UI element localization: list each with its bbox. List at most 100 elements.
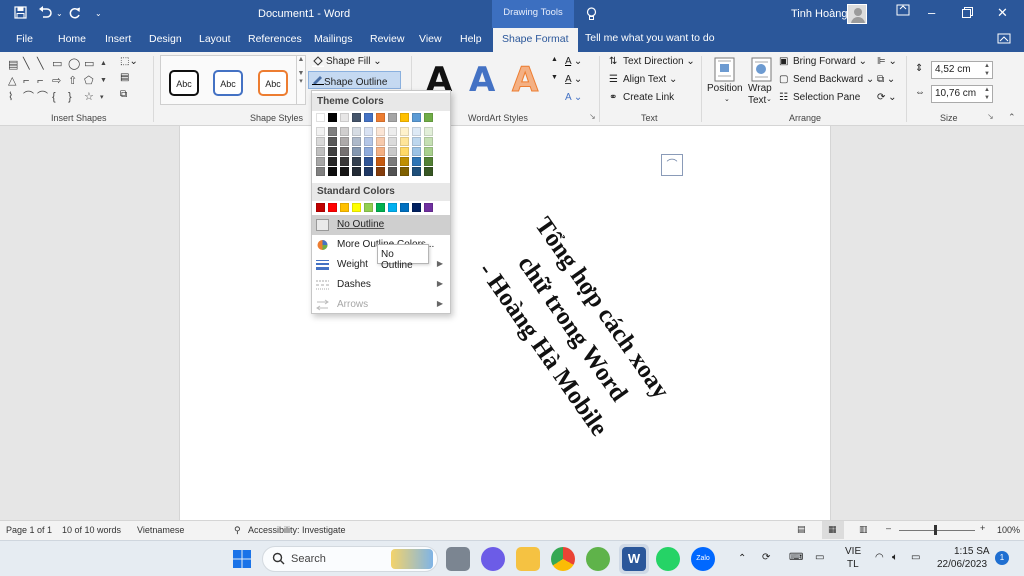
- theme-shade-swatch[interactable]: [328, 147, 337, 156]
- theme-color-swatch[interactable]: [328, 113, 337, 122]
- customize-qat-icon[interactable]: ⌄: [95, 9, 102, 18]
- brace-shape-icon[interactable]: {: [52, 92, 56, 103]
- theme-color-swatch[interactable]: [412, 113, 421, 122]
- wordart-blue[interactable]: A: [469, 60, 495, 100]
- theme-shade-swatch[interactable]: [412, 147, 421, 156]
- tab-file[interactable]: File: [16, 33, 33, 45]
- theme-color-swatch[interactable]: [316, 113, 325, 122]
- taskbar-search[interactable]: Search: [262, 546, 438, 572]
- theme-shade-swatch[interactable]: [376, 127, 385, 136]
- group-objects-icon[interactable]: ⧉ ⌄: [877, 74, 895, 85]
- theme-shade-swatch[interactable]: [340, 157, 349, 166]
- theme-shade-swatch[interactable]: [424, 147, 433, 156]
- theme-color-swatch[interactable]: [424, 113, 433, 122]
- tab-shape-format[interactable]: Shape Format: [493, 28, 578, 52]
- tab-help[interactable]: Help: [460, 33, 482, 45]
- theme-shade-swatch[interactable]: [400, 147, 409, 156]
- theme-shade-swatch[interactable]: [376, 147, 385, 156]
- theme-shade-swatch[interactable]: [376, 167, 385, 176]
- battery-icon[interactable]: ▭: [911, 552, 920, 563]
- theme-shade-swatch[interactable]: [388, 147, 397, 156]
- elbow-connector-icon[interactable]: ⌐: [23, 76, 29, 87]
- redo-icon[interactable]: [68, 6, 81, 22]
- merge-shapes-icon[interactable]: ⧉: [120, 89, 127, 100]
- theme-shade-swatch[interactable]: [364, 147, 373, 156]
- theme-shade-swatch[interactable]: [400, 127, 409, 136]
- rotate-objects-icon[interactable]: ⟳ ⌄: [877, 92, 897, 103]
- print-layout-icon[interactable]: ▦: [822, 521, 844, 539]
- wrap-text-label-2[interactable]: Text: [748, 95, 766, 106]
- theme-shade-swatch[interactable]: [412, 127, 421, 136]
- oval-shape-icon[interactable]: ◯: [68, 59, 80, 70]
- theme-shade-swatch[interactable]: [316, 137, 325, 146]
- clock-date[interactable]: 22/06/2023: [937, 559, 987, 570]
- theme-shade-swatch[interactable]: [352, 137, 361, 146]
- tab-home[interactable]: Home: [58, 33, 86, 45]
- bring-forward-button[interactable]: ▣ Bring Forward ⌄: [779, 56, 867, 67]
- avatar[interactable]: [847, 4, 867, 24]
- height-spinner[interactable]: ▲ ▼: [984, 62, 990, 78]
- focus-mode-icon[interactable]: ▤: [797, 524, 806, 535]
- word-app-active[interactable]: W: [619, 544, 649, 574]
- theme-shade-swatch[interactable]: [388, 137, 397, 146]
- send-backward-button[interactable]: ▢ Send Backward ⌄: [779, 74, 874, 85]
- chrome-icon[interactable]: [551, 547, 575, 571]
- zalo-icon[interactable]: Zalo: [691, 547, 715, 571]
- theme-shade-swatch[interactable]: [376, 157, 385, 166]
- zoom-in-icon[interactable]: +: [980, 523, 985, 533]
- tab-layout[interactable]: Layout: [199, 33, 231, 45]
- arrow-up-shape-icon[interactable]: ⇧: [68, 76, 77, 87]
- theme-shade-swatch[interactable]: [364, 157, 373, 166]
- star-shape-icon[interactable]: ☆: [84, 92, 94, 103]
- theme-shade-swatch[interactable]: [412, 137, 421, 146]
- width-spinner[interactable]: ▲ ▼: [984, 86, 990, 102]
- more-icon[interactable]: ▾: [100, 94, 104, 101]
- theme-color-swatch[interactable]: [364, 113, 373, 122]
- theme-shade-swatch[interactable]: [388, 157, 397, 166]
- position-dropdown-icon[interactable]: ⌄: [724, 95, 730, 103]
- task-view-icon[interactable]: [446, 547, 470, 571]
- share-icon[interactable]: [997, 31, 1011, 48]
- curve-shape-icon[interactable]: ⌇: [8, 92, 13, 103]
- zoom-slider[interactable]: [899, 530, 975, 531]
- wifi-icon[interactable]: ◠: [875, 552, 884, 563]
- wordart-scroll-down[interactable]: ▼: [551, 74, 558, 81]
- rounded-rect-shape-icon[interactable]: ▭: [84, 59, 94, 70]
- theme-color-swatch[interactable]: [376, 113, 385, 122]
- height-field[interactable]: 4,52 cm ▲ ▼: [931, 61, 993, 79]
- theme-shade-swatch[interactable]: [352, 157, 361, 166]
- wordart-scroll-up[interactable]: ▲: [551, 56, 558, 63]
- theme-shade-swatch[interactable]: [388, 167, 397, 176]
- theme-shade-swatch[interactable]: [352, 167, 361, 176]
- standard-color-swatch[interactable]: [400, 203, 409, 212]
- undo-icon[interactable]: [38, 6, 52, 22]
- text-effects-icon[interactable]: A ⌄: [565, 92, 582, 103]
- arc-shape-icon[interactable]: ⌒: [37, 92, 48, 103]
- theme-shade-swatch[interactable]: [412, 167, 421, 176]
- theme-shade-swatch[interactable]: [328, 127, 337, 136]
- triangle-shape-icon[interactable]: △: [8, 76, 16, 87]
- theme-color-swatch[interactable]: [388, 113, 397, 122]
- theme-shade-swatch[interactable]: [316, 157, 325, 166]
- tab-mailings[interactable]: Mailings: [314, 33, 353, 45]
- scroll-up-icon[interactable]: ▲: [100, 60, 107, 67]
- theme-shade-swatch[interactable]: [376, 137, 385, 146]
- theme-color-swatch[interactable]: [400, 113, 409, 122]
- theme-shade-swatch[interactable]: [328, 157, 337, 166]
- zoom-level[interactable]: 100%: [997, 525, 1020, 535]
- shapes-gallery[interactable]: ▤ ╲ ╲ ▭ ◯ ▭ △ ⌐ ⌐ ⇨ ⇧ ⬠ ⌇ ⌒ ⌒ { } ☆ ▲ ▼ …: [8, 57, 108, 105]
- teams-chat-icon[interactable]: [481, 547, 505, 571]
- theme-shade-swatch[interactable]: [424, 167, 433, 176]
- tab-review[interactable]: Review: [370, 33, 404, 45]
- width-field[interactable]: 10,76 cm ▲ ▼: [931, 85, 993, 103]
- theme-shade-swatch[interactable]: [364, 127, 373, 136]
- align-objects-icon[interactable]: ⊫ ⌄: [877, 56, 897, 67]
- size-launcher-icon[interactable]: ↘: [987, 112, 994, 121]
- windows-start-icon[interactable]: [230, 547, 254, 571]
- theme-shade-swatch[interactable]: [340, 137, 349, 146]
- text-outline-icon[interactable]: A ⌄: [565, 74, 582, 85]
- close-icon[interactable]: ✕: [997, 5, 1008, 21]
- word-count[interactable]: 10 of 10 words: [62, 525, 121, 535]
- standard-color-swatch[interactable]: [388, 203, 397, 212]
- undo-dropdown-icon[interactable]: ⌄: [56, 9, 63, 18]
